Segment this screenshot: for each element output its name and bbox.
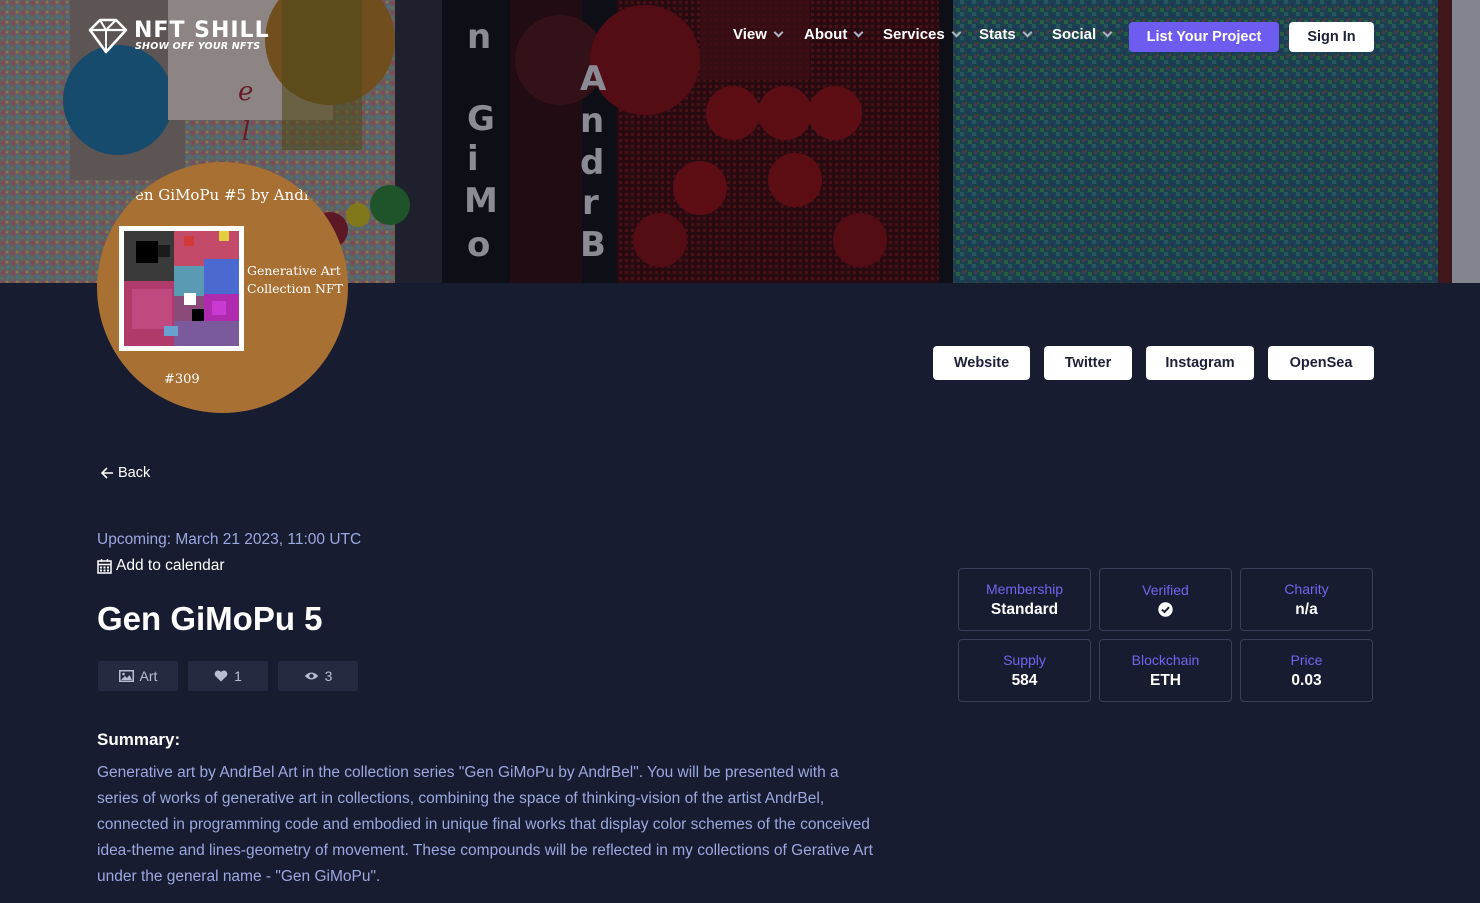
nav-services[interactable]: Services <box>883 26 962 43</box>
likes-count: 1 <box>234 668 242 684</box>
stat-price: Price 0.03 <box>1240 639 1373 702</box>
stat-label: Supply <box>1003 651 1046 668</box>
stat-value: 584 <box>1011 671 1038 689</box>
avatar-artwork <box>119 226 244 351</box>
nav-stats[interactable]: Stats <box>979 26 1033 43</box>
upcoming-date: Upcoming: March 21 2023, 11:00 UTC <box>97 531 362 548</box>
image-icon <box>118 670 134 682</box>
summary-text: Generative art by AndrBel Art in the col… <box>97 764 873 885</box>
opensea-button[interactable]: OpenSea <box>1268 346 1374 380</box>
nav-view[interactable]: View <box>733 26 784 43</box>
chevron-down-icon <box>951 27 962 38</box>
category-chip[interactable]: Art <box>98 661 178 691</box>
nav-social[interactable]: Social <box>1052 26 1113 43</box>
stat-label: Blockchain <box>1131 651 1200 668</box>
likes-chip[interactable]: 1 <box>188 661 268 691</box>
stat-blockchain: Blockchain ETH <box>1099 639 1232 702</box>
stat-verified: Verified <box>1099 568 1232 631</box>
stat-value: ETH <box>1150 671 1181 689</box>
category-label: Art <box>139 668 158 684</box>
logo-tagline: SHOW OFF YOUR NFTS <box>135 41 261 52</box>
heart-icon <box>214 670 228 682</box>
stat-value: n/a <box>1295 600 1318 618</box>
list-project-button[interactable]: List Your Project <box>1129 22 1279 52</box>
project-title: Gen GiMoPu 5 <box>97 600 323 637</box>
chevron-down-icon <box>853 27 864 38</box>
diamond-icon <box>88 18 128 54</box>
stat-label: Membership <box>985 580 1064 597</box>
nav-label: Stats <box>979 26 1016 43</box>
views-count: 3 <box>324 668 333 684</box>
arrow-left-icon <box>101 467 113 479</box>
summary-heading: Summary: <box>97 730 181 749</box>
add-to-calendar-label: Add to calendar <box>116 557 225 574</box>
stat-label: Price <box>1290 651 1323 668</box>
eye-icon <box>304 672 318 680</box>
avatar-subtitle: Generative Art Collection NFT <box>247 262 343 298</box>
avatar-subtitle-line: Collection NFT <box>247 281 344 296</box>
stat-value: Standard <box>990 600 1059 618</box>
sign-in-button[interactable]: Sign In <box>1289 22 1374 52</box>
instagram-button[interactable]: Instagram <box>1146 346 1254 380</box>
artwork-thumbnail <box>124 231 239 346</box>
stat-membership: Membership Standard <box>958 568 1091 631</box>
add-to-calendar-link[interactable]: Add to calendar <box>97 557 225 575</box>
site-logo[interactable]: NFT SHILL SHOW OFF YOUR NFTS <box>86 18 276 58</box>
nav-label: About <box>804 26 848 43</box>
stat-label: Verified <box>1142 582 1189 598</box>
back-link[interactable]: Back <box>101 465 150 481</box>
stat-supply: Supply 584 <box>958 639 1091 702</box>
project-avatar: Gen GiMoPu #5 by AndrBel Generative Art … <box>97 162 348 413</box>
nav-about[interactable]: About <box>804 26 864 43</box>
avatar-number: #309 <box>164 372 200 387</box>
avatar-title: Gen GiMoPu #5 by AndrBel <box>123 186 336 204</box>
stat-label: Charity <box>1284 580 1329 597</box>
stat-value: 0.03 <box>1291 671 1322 689</box>
avatar-subtitle-line: Generative Art <box>247 263 341 278</box>
nav-label: Social <box>1052 26 1097 43</box>
check-circle-icon <box>1158 602 1173 617</box>
chevron-down-icon <box>1102 27 1113 38</box>
twitter-button[interactable]: Twitter <box>1044 346 1132 380</box>
back-label: Back <box>118 465 151 481</box>
calendar-icon <box>97 559 112 574</box>
chevron-down-icon <box>1022 27 1033 38</box>
stat-charity: Charity n/a <box>1240 568 1373 631</box>
nav-label: View <box>733 26 767 43</box>
nav-label: Services <box>883 26 945 43</box>
views-chip: 3 <box>278 661 358 691</box>
website-button[interactable]: Website <box>933 346 1030 380</box>
chevron-down-icon <box>773 27 784 38</box>
